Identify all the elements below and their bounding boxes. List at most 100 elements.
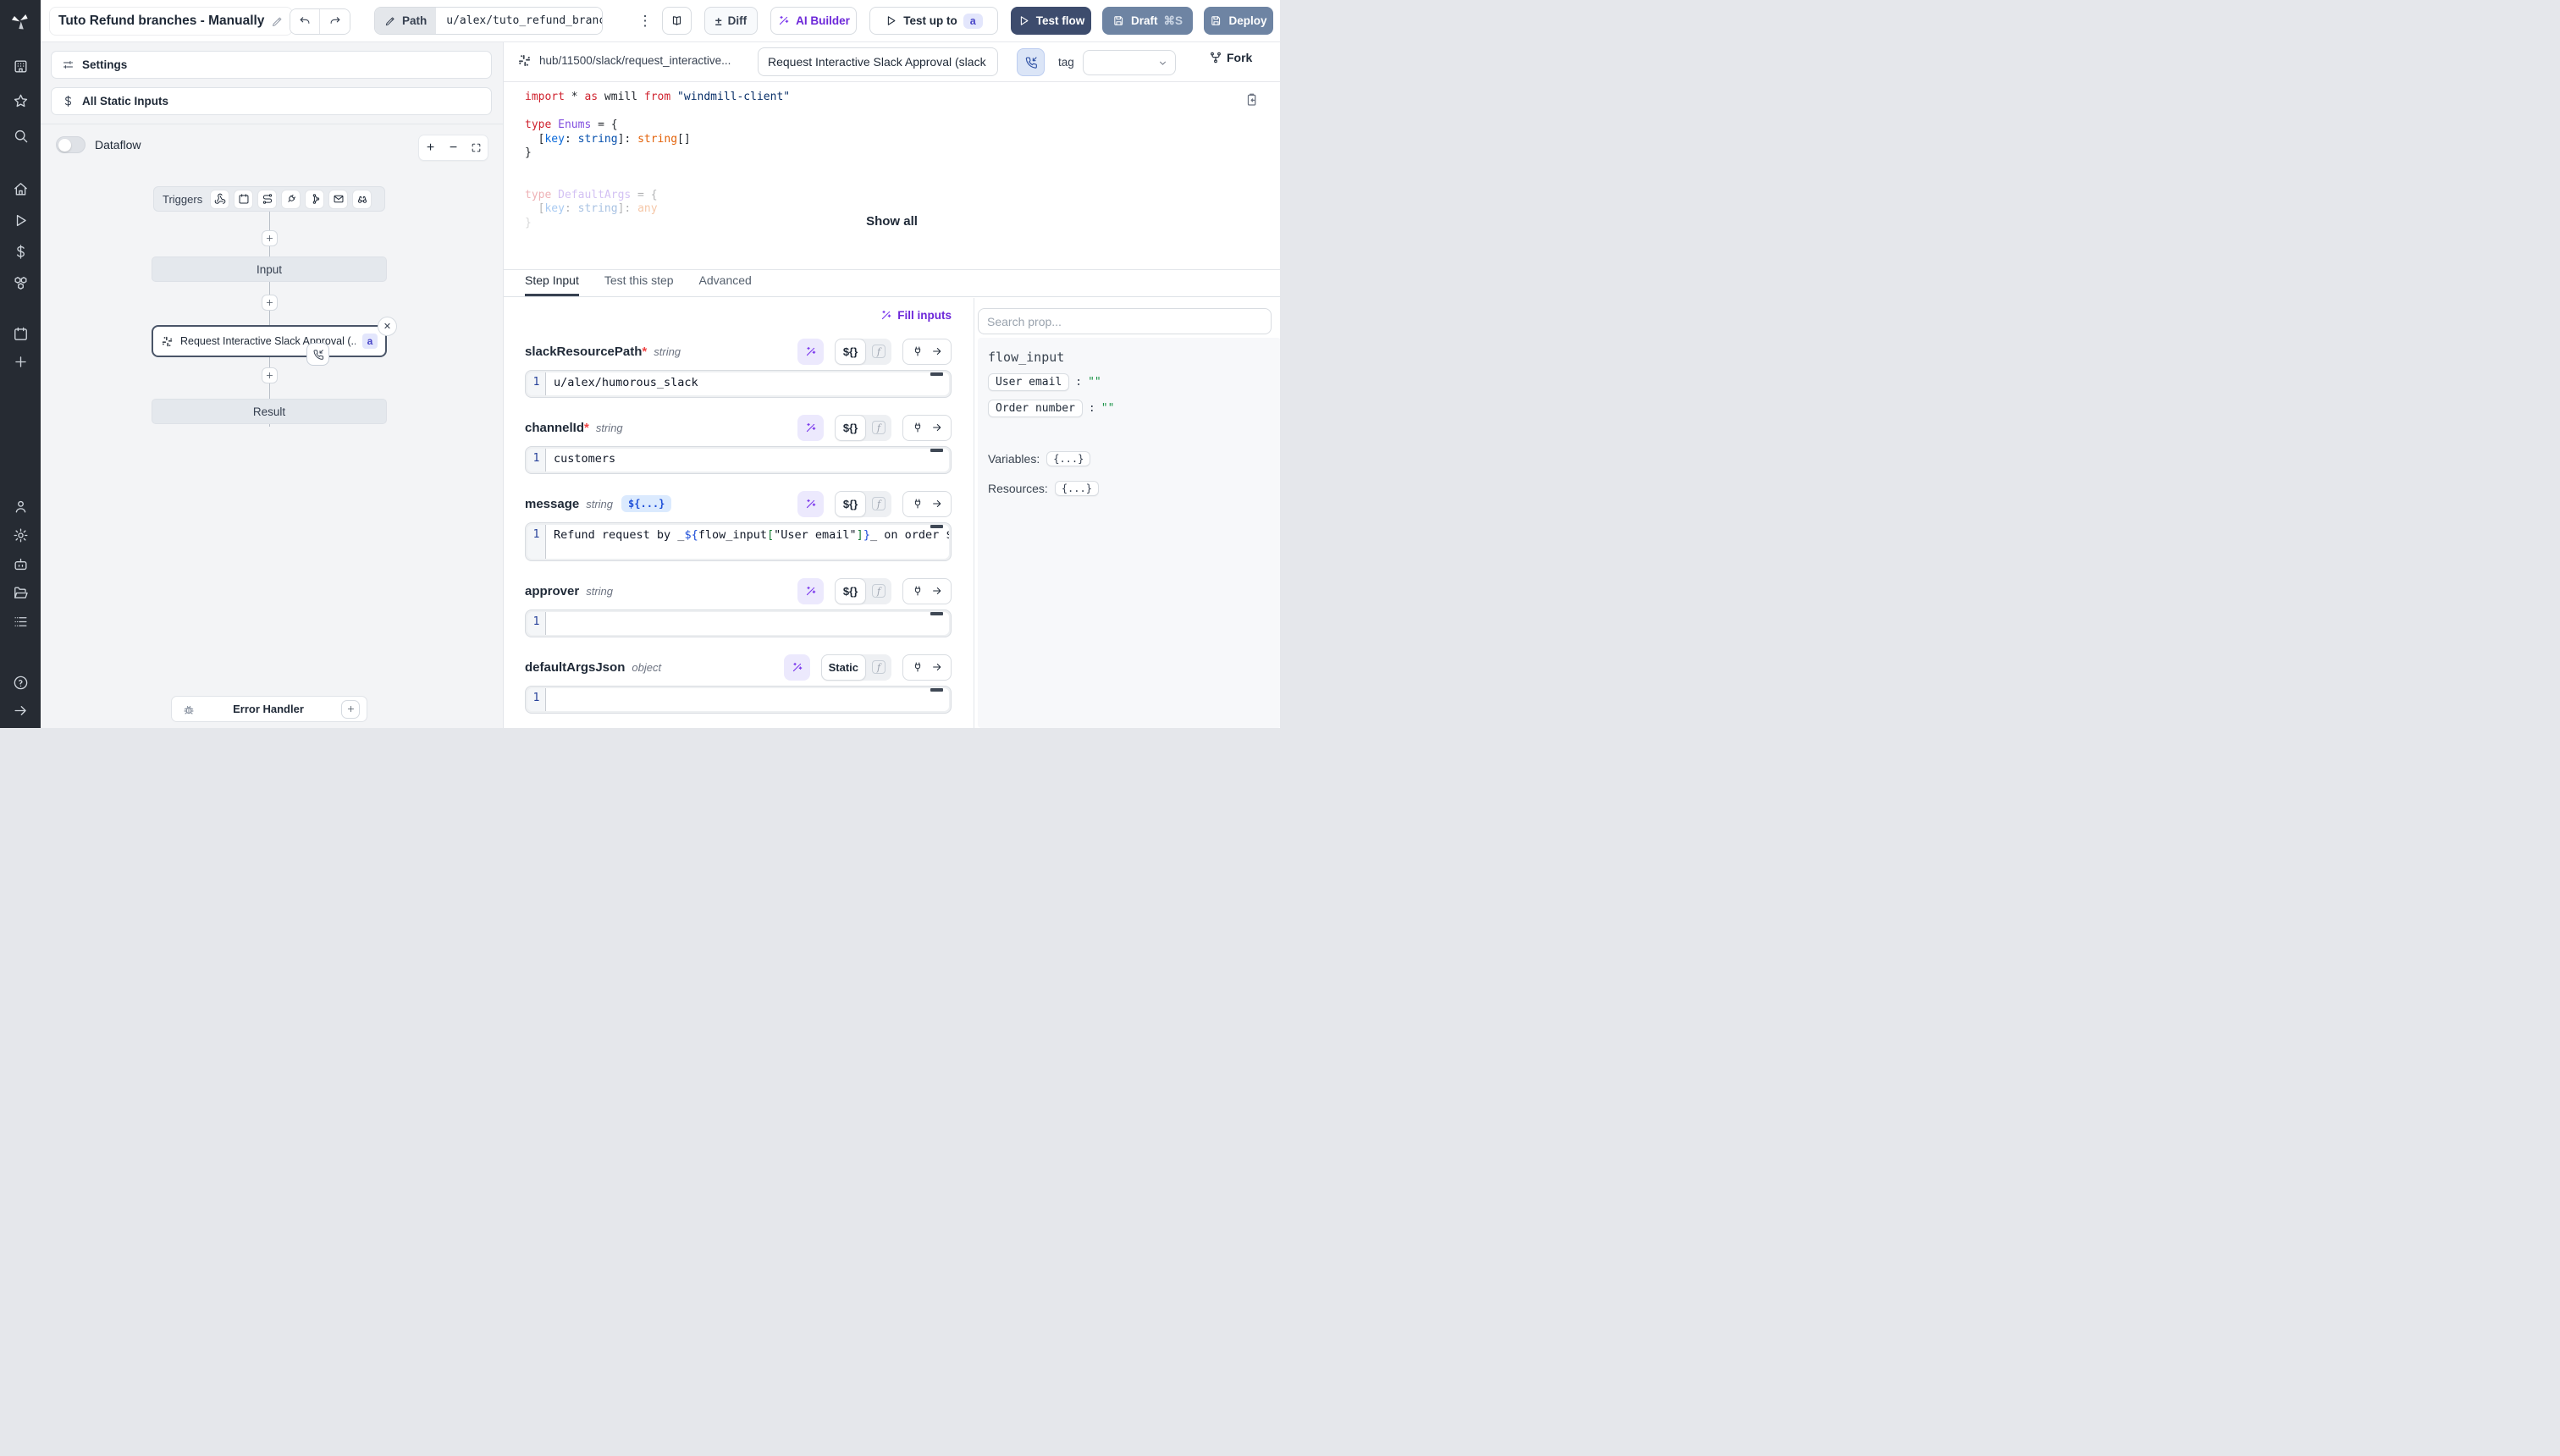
input-node[interactable]: Input xyxy=(152,256,387,282)
trigger-kafka-icon[interactable] xyxy=(305,190,324,209)
undo-button[interactable] xyxy=(290,8,320,35)
sidebar-logs-icon[interactable] xyxy=(10,611,30,631)
add-step-button[interactable] xyxy=(262,367,278,383)
step-node-slack-approval[interactable]: Request Interactive Slack Approval (... … xyxy=(152,325,387,357)
prop-key-pill[interactable]: User email xyxy=(988,373,1069,391)
ai-fill-field-button[interactable] xyxy=(797,491,824,517)
expr-mode-button[interactable]: ${} xyxy=(835,415,866,441)
ai-fill-field-button[interactable] xyxy=(784,654,810,681)
plug-connect-icon[interactable] xyxy=(908,492,927,516)
sidebar-boxes-icon[interactable] xyxy=(10,273,30,293)
dataflow-toggle[interactable] xyxy=(56,136,86,153)
plug-connect-icon[interactable] xyxy=(908,339,927,364)
sidebar-play-icon[interactable] xyxy=(10,210,30,230)
trigger-calendar-icon[interactable] xyxy=(234,190,253,209)
zoom-in-button[interactable]: + xyxy=(419,135,442,160)
show-all-code-button[interactable]: Show all xyxy=(504,214,1280,229)
redo-button[interactable] xyxy=(320,8,350,35)
trigger-mail-icon[interactable] xyxy=(328,190,348,209)
more-menu-button[interactable]: ⋮ xyxy=(633,7,657,36)
prop-key-pill[interactable]: Order number xyxy=(988,400,1083,417)
tab-step-input[interactable]: Step Input xyxy=(525,273,579,296)
function-mode-button[interactable]: f xyxy=(866,660,891,674)
editor-scrollbar-nub xyxy=(930,688,943,692)
tag-select[interactable] xyxy=(1083,50,1176,75)
edit-title-pencil-icon[interactable] xyxy=(271,15,284,28)
graph-zoom-controls: + − xyxy=(418,135,488,161)
add-error-handler-button[interactable] xyxy=(341,700,360,719)
fit-view-button[interactable] xyxy=(465,135,488,160)
flow-settings-button[interactable]: Settings xyxy=(51,51,492,79)
draft-button[interactable]: Draft ⌘S xyxy=(1102,7,1193,35)
tab-advanced[interactable]: Advanced xyxy=(699,273,752,296)
suspend-approval-icon[interactable] xyxy=(306,343,329,366)
result-node[interactable]: Result xyxy=(152,399,387,424)
field-editor-approver[interactable]: 1 xyxy=(525,609,952,637)
sidebar-search-icon[interactable] xyxy=(10,125,30,146)
insert-arrow-icon[interactable] xyxy=(927,579,946,604)
field-editor-message[interactable]: 1Refund request by _${flow_input["User e… xyxy=(525,522,952,561)
ai-fill-field-button[interactable] xyxy=(797,339,824,365)
plug-connect-icon[interactable] xyxy=(908,416,927,440)
expr-mode-button[interactable]: ${} xyxy=(835,578,866,604)
suspend-approval-button[interactable] xyxy=(1017,48,1045,76)
sidebar-calendar-icon[interactable] xyxy=(10,323,30,344)
add-step-button[interactable] xyxy=(262,295,278,311)
function-mode-button[interactable]: f xyxy=(866,345,891,358)
ai-fill-field-button[interactable] xyxy=(797,578,824,604)
expr-mode-button[interactable]: ${} xyxy=(835,491,866,517)
trigger-poll-icon[interactable] xyxy=(352,190,372,209)
all-static-inputs-button[interactable]: All Static Inputs xyxy=(51,87,492,115)
sidebar-plus-icon[interactable] xyxy=(10,351,30,372)
trigger-route-icon[interactable] xyxy=(257,190,277,209)
sidebar-user-icon[interactable] xyxy=(10,496,30,516)
sidebar-arrow-right-icon[interactable] xyxy=(10,700,30,720)
test-up-to-button[interactable]: Test up to a xyxy=(869,7,998,35)
delete-step-button[interactable]: ✕ xyxy=(378,317,397,336)
sidebar-help-icon[interactable] xyxy=(10,672,30,692)
ai-builder-button[interactable]: AI Builder xyxy=(770,7,857,35)
plug-connect-icon[interactable] xyxy=(908,579,927,604)
trigger-plug-icon[interactable] xyxy=(281,190,301,209)
resources-expand-pill[interactable]: {...} xyxy=(1055,481,1099,496)
field-editor-channelId[interactable]: 1customers xyxy=(525,446,952,474)
field-editor-slackResourcePath[interactable]: 1u/alex/humorous_slack xyxy=(525,370,952,398)
sidebar-star-icon[interactable] xyxy=(10,91,30,111)
trigger-webhook-icon[interactable] xyxy=(210,190,229,209)
function-mode-button[interactable]: f xyxy=(866,421,891,434)
insert-arrow-icon[interactable] xyxy=(927,655,946,680)
windmill-logo-icon[interactable] xyxy=(0,0,41,42)
sidebar-gear-icon[interactable] xyxy=(10,525,30,545)
variables-expand-pill[interactable]: {...} xyxy=(1046,451,1090,466)
deploy-button[interactable]: Deploy xyxy=(1204,7,1273,35)
field-editor-defaultArgsJson[interactable]: 1 xyxy=(525,686,952,714)
script-title-input[interactable]: Request Interactive Slack Approval (slac… xyxy=(758,47,998,76)
static-mode-button[interactable]: Static xyxy=(821,654,866,681)
plug-connect-icon[interactable] xyxy=(908,655,927,680)
path-button[interactable]: Path xyxy=(375,8,436,34)
error-handler-node[interactable]: Error Handler xyxy=(171,696,367,722)
insert-arrow-icon[interactable] xyxy=(927,416,946,440)
path-input[interactable]: u/alex/tuto_refund_branches_ xyxy=(436,8,602,34)
test-flow-button[interactable]: Test flow xyxy=(1011,7,1091,35)
insert-arrow-icon[interactable] xyxy=(927,339,946,364)
ai-fill-field-button[interactable] xyxy=(797,415,824,441)
zoom-out-button[interactable]: − xyxy=(442,135,465,160)
insert-arrow-icon[interactable] xyxy=(927,492,946,516)
sidebar-dollar-icon[interactable] xyxy=(10,241,30,262)
docs-button[interactable] xyxy=(662,7,692,35)
copy-code-icon[interactable] xyxy=(1244,92,1260,108)
tab-test-this-step[interactable]: Test this step xyxy=(604,273,674,296)
search-prop-input[interactable] xyxy=(978,308,1272,334)
add-step-button[interactable] xyxy=(262,230,278,246)
function-mode-button[interactable]: f xyxy=(866,497,891,510)
sidebar-folder-icon[interactable] xyxy=(10,582,30,603)
sidebar-workspace-icon[interactable] xyxy=(10,56,30,76)
function-mode-button[interactable]: f xyxy=(866,584,891,598)
sidebar-home-icon[interactable] xyxy=(10,179,30,199)
fill-inputs-button[interactable]: Fill inputs xyxy=(880,309,952,322)
diff-button[interactable]: ±Diff xyxy=(704,7,758,35)
expr-mode-button[interactable]: ${} xyxy=(835,339,866,365)
fork-button[interactable]: Fork xyxy=(1209,51,1252,64)
sidebar-robot-icon[interactable] xyxy=(10,554,30,574)
